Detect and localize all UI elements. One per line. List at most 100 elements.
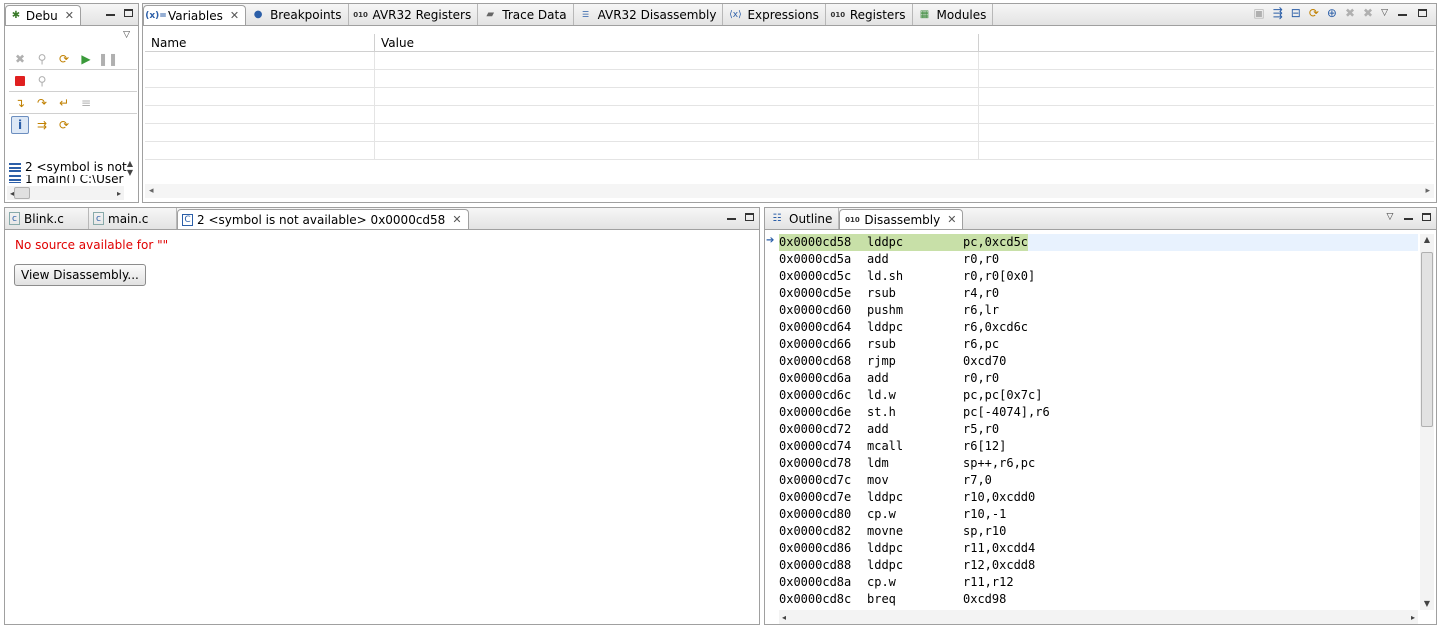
resume-icon[interactable]: ▶ <box>77 50 95 68</box>
tab-modules[interactable]: ▦ Modules <box>913 4 994 25</box>
scroll-down-icon[interactable]: ▼ <box>1420 598 1434 610</box>
disassembly-line[interactable]: 0x0000cd66 rsub r6,pc <box>779 336 1418 353</box>
maximize-icon[interactable] <box>743 211 755 223</box>
show-logical-structure-icon[interactable]: ⇶ <box>1273 6 1283 20</box>
debug-vscroll[interactable]: ▲ ▼ <box>124 159 136 187</box>
disassembly-line[interactable]: 0x0000cd72 add r5,r0 <box>779 421 1418 438</box>
tab-breakpoints[interactable]: ● Breakpoints <box>246 4 349 25</box>
disassembly-line[interactable]: 0x0000cd6c ld.w pc,pc[0x7c] <box>779 387 1418 404</box>
disassembly-line[interactable]: 0x0000cd5a add r0,r0 <box>779 251 1418 268</box>
disassembly-line[interactable]: 0x0000cd82 movne sp,r10 <box>779 523 1418 540</box>
disassembly-line[interactable]: 0x0000cd88 lddpc r12,0xcdd8 <box>779 557 1418 574</box>
restart-icon[interactable]: ⟳ <box>55 50 73 68</box>
tab-disassembly[interactable]: 010 Disassembly ✕ <box>839 209 964 229</box>
terminate-icon[interactable] <box>11 72 29 90</box>
remove-icon[interactable]: ✖ <box>1345 6 1355 20</box>
disassembly-hscroll[interactable]: ◂ ▸ <box>779 610 1418 624</box>
disassembly-line[interactable]: 0x0000cd6a add r0,r0 <box>779 370 1418 387</box>
instruction-stepping-icon[interactable]: i <box>11 116 29 134</box>
disassembly-line[interactable]: 0x0000cd5c ld.sh r0,r0[0x0] <box>779 268 1418 285</box>
view-menu-icon[interactable]: ▽ <box>1384 211 1396 223</box>
tab-trace-data[interactable]: ▰ Trace Data <box>478 4 574 25</box>
disassembly-line[interactable]: 0x0000cd86 lddpc r11,0xcdd4 <box>779 540 1418 557</box>
minimize-icon[interactable] <box>725 211 737 223</box>
close-icon[interactable]: ✕ <box>947 213 956 226</box>
minimize-icon[interactable] <box>1402 211 1414 223</box>
tab-expressions[interactable]: ⟨x⟩ Expressions <box>723 4 826 25</box>
disassembly-gutter: ➔ <box>765 232 779 624</box>
scroll-up-icon[interactable]: ▲ <box>1420 234 1434 246</box>
tab-avr32-registers[interactable]: 010 AVR32 Registers <box>349 4 479 25</box>
close-icon[interactable]: ✕ <box>452 213 461 226</box>
tab-variables[interactable]: (x)= Variables ✕ <box>143 5 247 25</box>
disassembly-line[interactable]: 0x0000cd6e st.h pc[-4074],r6 <box>779 404 1418 421</box>
disassembly-line[interactable]: 0x0000cd68 rjmp 0xcd70 <box>779 353 1418 370</box>
disassembly-window-controls: ▽ <box>1384 211 1432 223</box>
table-row <box>145 106 1434 124</box>
minimize-icon[interactable] <box>104 7 116 19</box>
disassembly-line[interactable]: 0x0000cd64 lddpc r6,0xcd6c <box>779 319 1418 336</box>
instruction-mnemonic: lddpc <box>867 558 904 572</box>
drop-to-frame-icon[interactable]: ≡ <box>77 94 95 112</box>
suspend-icon[interactable]: ❚❚ <box>98 50 118 68</box>
debug-hscroll[interactable]: ◂ ▸ <box>7 186 124 200</box>
disassembly-line[interactable]: 0x0000cd5e rsub r4,r0 <box>779 285 1418 302</box>
minimize-icon[interactable] <box>1396 7 1408 19</box>
scroll-left-icon[interactable]: ◂ <box>149 186 154 196</box>
use-step-filters-icon[interactable]: ⇉ <box>33 116 51 134</box>
list-item[interactable]: 2 <symbol is not <box>9 159 137 175</box>
instruction-address: 0x0000cd7c <box>779 473 852 487</box>
scroll-right-icon[interactable]: ▸ <box>117 189 121 198</box>
close-icon[interactable]: ✕ <box>230 9 239 22</box>
disassembly-line[interactable]: 0x0000cd8a cp.w r11,r12 <box>779 574 1418 591</box>
disassembly-line[interactable]: 0x0000cd7e lddpc r10,0xcdd0 <box>779 489 1418 506</box>
step-over-icon[interactable]: ↷ <box>33 94 51 112</box>
tab-debug[interactable]: ✱ Debu ✕ <box>5 5 81 25</box>
instruction-address: 0x0000cd66 <box>779 337 852 351</box>
column-header-value[interactable]: Value <box>375 34 979 51</box>
scroll-thumb[interactable] <box>14 187 31 199</box>
instruction-address: 0x0000cd80 <box>779 507 852 521</box>
tab-avr32-disassembly[interactable]: ☰ AVR32 Disassembly <box>574 4 724 25</box>
disassembly-line[interactable]: 0x0000cd80 cp.w r10,-1 <box>779 506 1418 523</box>
column-header-name[interactable]: Name <box>145 34 375 51</box>
variables-table: Name Value <box>145 34 1434 172</box>
reset-icon[interactable]: ⟳ <box>55 116 73 134</box>
disassembly-line[interactable]: 0x0000cd78 ldm sp++,r6,pc <box>779 455 1418 472</box>
scroll-right-icon[interactable]: ▸ <box>1425 186 1430 196</box>
disassembly-line[interactable]: 0x0000cd58 lddpc pc,0xcd5c <box>779 234 1418 251</box>
close-icon[interactable]: ✕ <box>65 9 74 22</box>
tab-blink-c[interactable]: c Blink.c <box>5 208 89 229</box>
disassembly-line[interactable]: 0x0000cd60 pushm r6,lr <box>779 302 1418 319</box>
add-watch-icon[interactable]: ⊕ <box>1327 6 1337 20</box>
variables-hscroll[interactable]: ◂ ▸ <box>145 184 1434 198</box>
step-into-icon[interactable]: ↴ <box>11 94 29 112</box>
maximize-icon[interactable] <box>1420 211 1432 223</box>
maximize-icon[interactable] <box>1416 7 1428 19</box>
refresh-icon[interactable]: ⟳ <box>1309 6 1319 20</box>
remove-all-icon[interactable]: ✖ <box>1363 6 1373 20</box>
tab-outline[interactable]: ☷ Outline <box>765 208 840 229</box>
connect-icon[interactable]: ⚲ <box>33 50 51 68</box>
disassembly-vscroll[interactable]: ▲ ▼ <box>1420 234 1434 610</box>
scroll-left-icon[interactable]: ◂ <box>782 613 786 622</box>
tab-symbol-not-available[interactable]: C 2 <symbol is not available> 0x0000cd58… <box>177 209 469 229</box>
disconnect-icon[interactable]: ⚲ <box>33 72 51 90</box>
list-item[interactable]: 1 main() C:\User <box>9 175 137 183</box>
disassembly-icon: ☰ <box>581 10 590 19</box>
view-menu-icon[interactable]: ▽ <box>123 30 130 40</box>
scroll-thumb[interactable] <box>1421 252 1433 427</box>
disassembly-line[interactable]: 0x0000cd8c breq 0xcd98 <box>779 591 1418 608</box>
collapse-all-icon[interactable]: ⊟ <box>1291 6 1301 20</box>
disassembly-line[interactable]: 0x0000cd7c mov r7,0 <box>779 472 1418 489</box>
scroll-right-icon[interactable]: ▸ <box>1411 613 1415 622</box>
maximize-icon[interactable] <box>122 7 134 19</box>
view-menu-icon[interactable]: ▽ <box>1381 8 1388 18</box>
disassembly-line[interactable]: 0x0000cd74 mcall r6[12] <box>779 438 1418 455</box>
tab-registers[interactable]: 010 Registers <box>826 4 913 25</box>
step-return-icon[interactable]: ↵ <box>55 94 73 112</box>
view-disassembly-button[interactable]: View Disassembly... <box>14 264 146 286</box>
remove-terminated-icon[interactable]: ✖ <box>11 50 29 68</box>
tab-main-c[interactable]: c main.c <box>89 208 177 229</box>
show-type-names-icon[interactable]: ▣ <box>1253 6 1264 20</box>
